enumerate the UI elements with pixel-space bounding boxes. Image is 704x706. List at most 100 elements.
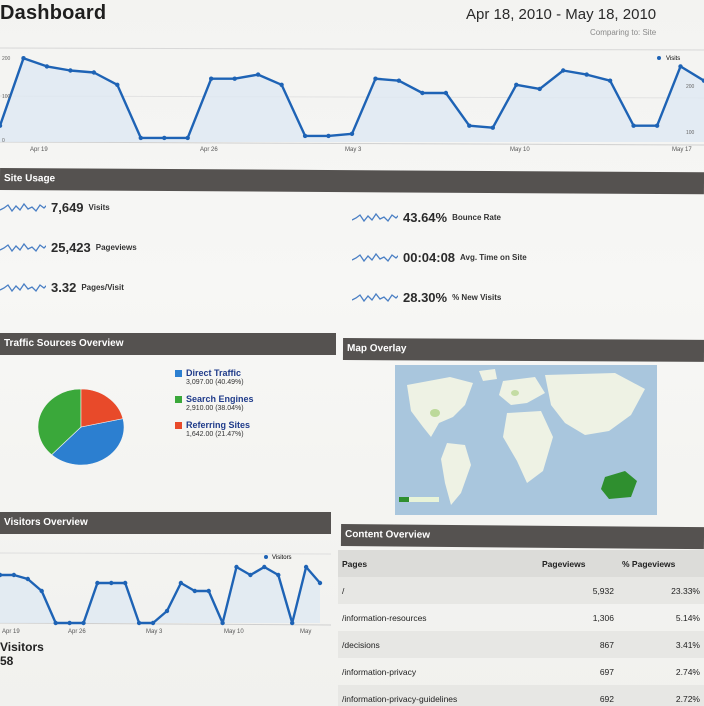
sparkline	[352, 292, 398, 302]
data-point[interactable]	[631, 123, 636, 128]
metric-row[interactable]: 25,423 Pageviews	[0, 240, 137, 255]
data-point[interactable]	[349, 131, 355, 136]
data-point[interactable]	[317, 580, 323, 586]
data-point[interactable]	[164, 608, 170, 614]
data-point[interactable]	[232, 76, 237, 81]
data-point[interactable]	[21, 56, 26, 61]
col-pages[interactable]: Pages	[338, 550, 538, 577]
metric-row[interactable]: 3.32 Pages/Visit	[0, 280, 124, 295]
legend-dot-visits	[657, 56, 661, 60]
table-row[interactable]: /information-privacy-guidelines 692 2.72%	[338, 685, 704, 706]
legend-swatch	[175, 370, 182, 378]
data-point[interactable]	[115, 82, 120, 87]
metric-label: Avg. Time on Site	[460, 253, 527, 262]
sparkline-path	[0, 242, 46, 252]
data-point[interactable]	[68, 68, 73, 73]
page-cell[interactable]: /information-resources	[338, 604, 538, 631]
data-point[interactable]	[162, 135, 167, 141]
data-point[interactable]	[584, 72, 589, 77]
page-cell[interactable]: /information-privacy-guidelines	[338, 685, 538, 706]
data-point[interactable]	[561, 68, 566, 73]
data-point[interactable]	[206, 588, 211, 594]
data-point[interactable]	[138, 135, 143, 141]
data-point[interactable]	[607, 78, 613, 83]
data-point[interactable]	[514, 82, 519, 87]
y-tick-label: 100	[2, 94, 11, 100]
date-range[interactable]: Apr 18, 2010 - May 18, 2010	[466, 6, 656, 23]
content-overview-title: Content Overview	[344, 529, 431, 541]
data-point[interactable]	[67, 620, 72, 626]
data-point[interactable]	[44, 64, 50, 69]
metric-label: Pageviews	[95, 243, 137, 252]
data-point[interactable]	[396, 78, 402, 83]
col-pageviews[interactable]: Pageviews	[538, 550, 618, 577]
data-point[interactable]	[303, 564, 309, 570]
data-point[interactable]	[136, 620, 142, 626]
data-point[interactable]	[276, 572, 281, 578]
x-tick-label: Apr 26	[200, 147, 218, 153]
data-point[interactable]	[443, 90, 449, 96]
data-point[interactable]	[678, 64, 683, 69]
data-point[interactable]	[420, 90, 425, 96]
table-row[interactable]: /decisions 867 3.41%	[338, 631, 704, 658]
page-cell[interactable]: /	[338, 577, 538, 604]
data-point[interactable]	[95, 580, 100, 586]
data-point[interactable]	[109, 580, 114, 586]
sparkline	[0, 202, 46, 212]
data-point[interactable]	[290, 620, 295, 626]
sparkline-path	[352, 252, 398, 262]
legend-item[interactable]: Referring Sites 1,642.00 (21.47%)	[175, 420, 250, 438]
col-pct-pageviews[interactable]: % Pageviews	[618, 550, 704, 577]
data-point[interactable]	[373, 76, 378, 81]
v-gridline-top	[0, 552, 331, 555]
data-point[interactable]	[11, 572, 17, 578]
table-row[interactable]: /information-resources 1,306 5.14%	[338, 604, 704, 631]
data-point[interactable]	[81, 620, 86, 626]
metric-label: % New Visits	[452, 293, 502, 302]
data-point[interactable]	[150, 620, 156, 626]
data-point[interactable]	[178, 580, 184, 586]
data-point[interactable]	[192, 588, 197, 594]
data-point[interactable]	[654, 123, 660, 128]
metric-row[interactable]: 28.30% % New Visits	[352, 290, 501, 305]
x-tick-label: May 3	[146, 629, 163, 635]
data-point[interactable]	[255, 72, 261, 77]
page-title: Dashboard	[0, 2, 107, 24]
page-cell[interactable]: /information-privacy	[338, 658, 538, 685]
data-point[interactable]	[185, 135, 190, 141]
metric-row[interactable]: 7,649 Visits	[0, 200, 110, 215]
data-point[interactable]	[490, 125, 495, 130]
legend-item[interactable]: Direct Traffic 3,097.00 (40.49%)	[175, 368, 244, 386]
data-point[interactable]	[302, 133, 308, 139]
page-cell[interactable]: /decisions	[338, 631, 538, 658]
data-point[interactable]	[279, 82, 284, 87]
data-point[interactable]	[123, 580, 128, 586]
legend-swatch	[175, 422, 182, 430]
metric-row[interactable]: 43.64% Bounce Rate	[352, 210, 501, 225]
legend-item[interactable]: Search Engines 2,910.00 (38.04%)	[175, 394, 254, 412]
data-point[interactable]	[248, 572, 253, 578]
data-point[interactable]	[326, 133, 331, 139]
table-row[interactable]: /5,932 23.33%	[338, 577, 704, 604]
data-point[interactable]	[209, 76, 214, 81]
metric-row[interactable]: 00:04:08 Avg. Time on Site	[352, 250, 527, 265]
data-point[interactable]	[467, 123, 472, 128]
site-usage-header: Site Usage	[0, 168, 704, 195]
data-point[interactable]	[39, 588, 44, 594]
data-point[interactable]	[91, 70, 97, 75]
data-point[interactable]	[53, 620, 58, 626]
x-tick-label: May 17	[672, 147, 692, 153]
world-map[interactable]	[395, 365, 657, 515]
table-row[interactable]: /information-privacy 697 2.74%	[338, 658, 704, 685]
x-tick-label: Apr 19	[30, 147, 48, 153]
legend-visitors: Visitors	[272, 555, 292, 561]
data-point[interactable]	[25, 576, 30, 582]
data-point[interactable]	[220, 620, 225, 626]
data-point[interactable]	[537, 86, 542, 92]
data-point[interactable]	[234, 564, 239, 570]
sparkline	[352, 252, 398, 262]
y-tick-label-right: 200	[686, 84, 695, 90]
data-point[interactable]	[262, 564, 267, 570]
y-tick-label-right: 100	[686, 130, 695, 136]
metric-value: 25,423	[51, 240, 91, 255]
